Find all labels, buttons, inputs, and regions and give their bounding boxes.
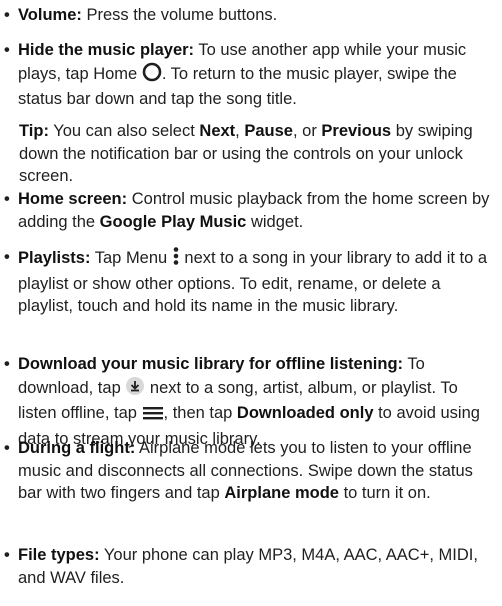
item-text: File types: Your phone can play MP3, M4A… <box>18 544 496 589</box>
list-item-hide-music-player: • Hide the music player: To use another … <box>4 39 496 111</box>
list-item-playlists: • Playlists: Tap Menu next to a song in … <box>4 246 496 318</box>
bullet: • <box>4 190 10 208</box>
list-item-home-screen: • Home screen: Control music playback fr… <box>4 188 496 233</box>
home-circle-icon <box>142 62 162 89</box>
music-help-page: • Volume: Press the volume buttons. • Hi… <box>0 0 502 606</box>
tip-label: Tip: <box>19 122 49 140</box>
bullet: • <box>4 6 10 24</box>
item-title: Home screen: <box>18 190 128 208</box>
item-body: to turn it on. <box>338 484 431 502</box>
item-body: Tap Menu <box>90 249 172 267</box>
list-item-download-library: • Download your music library for offlin… <box>4 353 496 450</box>
bullet: • <box>4 355 10 373</box>
bullet: • <box>4 439 10 457</box>
tip-text: , or <box>292 122 322 140</box>
bullet: • <box>4 41 10 59</box>
item-bold: Google Play Music <box>99 212 247 231</box>
tip-text: You can also select <box>48 122 200 140</box>
item-title: During a flight: <box>18 439 136 457</box>
hamburger-menu-icon <box>142 405 164 428</box>
list-item-volume: • Volume: Press the volume buttons. <box>4 4 496 27</box>
item-text: Home screen: Control music playback from… <box>18 188 496 233</box>
item-body: widget. <box>246 212 304 231</box>
menu-dots-icon <box>172 246 180 273</box>
item-bold: Airplane mode <box>224 484 339 502</box>
bullet: • <box>4 546 10 564</box>
download-icon <box>125 376 145 403</box>
tip-paragraph: Tip: You can also select Next, Pause, or… <box>19 120 496 188</box>
tip-next: Next <box>199 122 236 140</box>
item-title: Volume: <box>18 6 82 24</box>
item-title: Hide the music player: <box>18 41 195 59</box>
item-text: Download your music library for offline … <box>18 353 496 450</box>
tip-previous: Previous <box>321 122 392 140</box>
item-text: Hide the music player: To use another ap… <box>18 39 496 111</box>
item-title: Playlists: <box>18 249 91 267</box>
list-item-file-types: • File types: Your phone can play MP3, M… <box>4 544 496 589</box>
item-bold: Downloaded only <box>236 404 374 422</box>
item-body: , then tap <box>163 404 237 422</box>
tip-text: , <box>235 122 245 140</box>
tip-pause: Pause <box>244 122 293 140</box>
item-text: Volume: Press the volume buttons. <box>18 4 496 27</box>
item-title: Download your music library for offline … <box>18 355 404 373</box>
list-item-during-flight: • During a flight: Airplane mode lets yo… <box>4 437 496 505</box>
item-title: File types: <box>18 546 100 564</box>
item-body: Press the volume buttons. <box>81 6 278 24</box>
item-text: During a flight: Airplane mode lets you … <box>18 437 496 505</box>
bullet: • <box>4 248 10 266</box>
item-text: Playlists: Tap Menu next to a song in yo… <box>18 246 496 318</box>
